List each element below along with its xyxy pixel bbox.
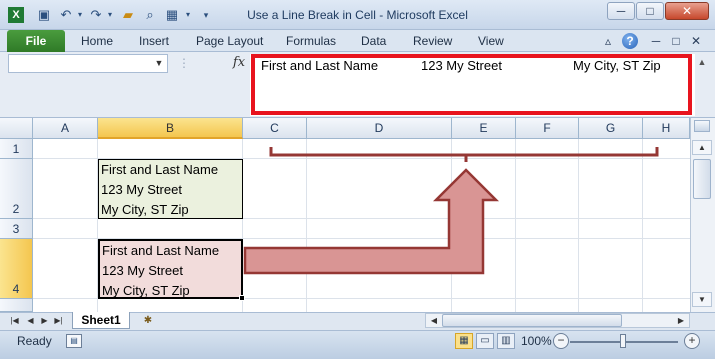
previous-sheet-icon[interactable]: ◀: [24, 314, 37, 327]
last-sheet-icon[interactable]: ▶|: [52, 314, 65, 327]
scroll-up-icon[interactable]: ▲: [692, 140, 712, 155]
status-bar: [0, 330, 715, 359]
annotation-bracket: [269, 147, 659, 157]
annotation-arrow: [243, 147, 659, 275]
horizontal-scroll-thumb[interactable]: [442, 314, 622, 327]
zoom-slider-thumb[interactable]: [620, 334, 626, 348]
next-sheet-icon[interactable]: ▶: [38, 314, 51, 327]
page-break-view-icon[interactable]: ▥: [497, 333, 515, 349]
split-box[interactable]: [694, 120, 710, 132]
zoom-in-icon[interactable]: +: [684, 333, 700, 349]
vertical-scroll-thumb[interactable]: [693, 159, 711, 199]
normal-view-icon[interactable]: ▦: [455, 333, 473, 349]
record-macro-icon[interactable]: ▤: [66, 334, 82, 348]
first-sheet-icon[interactable]: |◀: [8, 314, 21, 327]
status-text: Ready: [17, 334, 52, 348]
annotation-arrow-shape: [243, 168, 500, 275]
sheet-tab-sheet1[interactable]: Sheet1: [72, 312, 130, 329]
zoom-level[interactable]: 100%: [521, 334, 552, 348]
insert-worksheet-icon[interactable]: ✱: [140, 314, 156, 327]
page-layout-view-icon[interactable]: ▭: [476, 333, 494, 349]
scroll-right-icon[interactable]: ▶: [674, 314, 688, 327]
scroll-down-icon[interactable]: ▼: [692, 292, 712, 307]
zoom-out-icon[interactable]: −: [553, 333, 569, 349]
scroll-left-icon[interactable]: ◀: [427, 314, 441, 327]
